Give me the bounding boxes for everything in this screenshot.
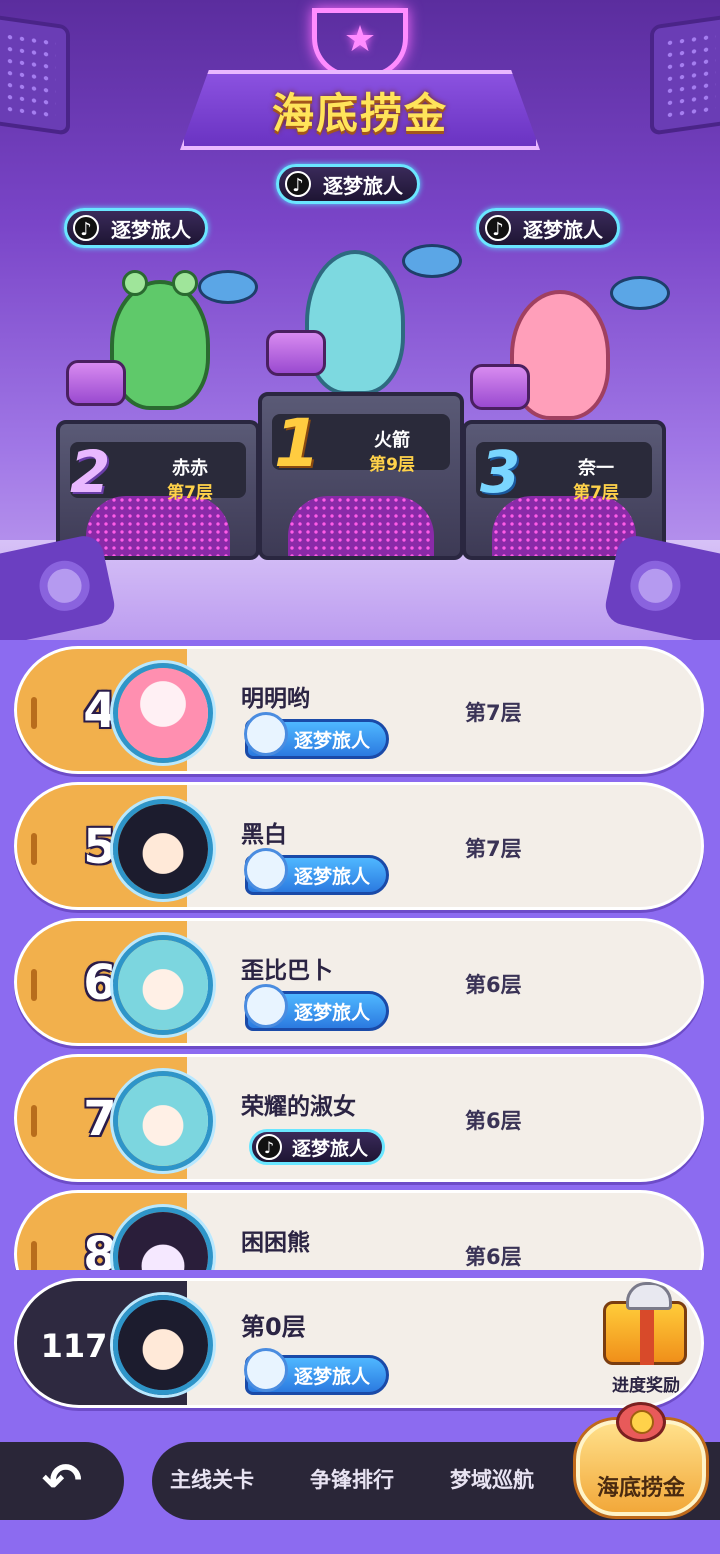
player-name: 明明哟 [241, 686, 310, 712]
podium-tag-label: 逐梦旅人 [111, 217, 191, 242]
ranking-list[interactable]: 4 明明哟 逐梦旅人 第7层 5 黑白 逐梦旅人 第7层 6 歪比巴卜 逐梦旅人… [0, 640, 720, 1270]
podium-rank: 2 [70, 438, 111, 506]
tiktok-icon: ♪ [285, 171, 311, 197]
podium-tag-first: ♪ 逐梦旅人 [276, 164, 420, 204]
title-badge: ♪ 逐梦旅人 [249, 1129, 385, 1165]
bottom-nav: ↶ 主线关卡 争锋排行 梦域巡航 海底捞金 [0, 1402, 720, 1554]
back-button[interactable]: ↶ [0, 1442, 124, 1520]
floor-value: 第7层 [465, 837, 522, 861]
hammer-icon [66, 360, 126, 406]
badge-label: 逐梦旅人 [292, 1137, 369, 1160]
list-item[interactable]: 7 荣耀的淑女 ♪ 逐梦旅人 第6层 [14, 1054, 704, 1182]
list-item[interactable]: 5 黑白 逐梦旅人 第7层 [14, 782, 704, 910]
podium-floor: 第7层 [573, 483, 619, 503]
progress-reward-button[interactable]: 进度奖励 [591, 1371, 701, 1396]
tiktok-icon: ♪ [485, 215, 511, 241]
gift-icon[interactable] [603, 1282, 687, 1365]
tab-sea-gold-label: 海底捞金 [596, 1476, 685, 1501]
mascot-icon [244, 1348, 288, 1392]
list-item[interactable]: 8 困困熊 第6层 [14, 1190, 704, 1270]
podium-tag-label: 逐梦旅人 [323, 173, 403, 198]
coin-icon [630, 1410, 654, 1434]
tiktok-icon: ♪ [73, 215, 99, 241]
title-badge: 逐梦旅人 [244, 712, 389, 759]
star-icon: ★ [343, 19, 377, 60]
tab-dream-cruise[interactable]: 梦域巡航 [450, 1464, 534, 1494]
back-arrow-icon: ↶ [41, 1453, 83, 1509]
title-badge: 逐梦旅人 [244, 984, 389, 1031]
badge-label: 逐梦旅人 [294, 729, 371, 752]
podium-name: 火箭 [374, 430, 410, 451]
floor-value: 第6层 [465, 1245, 522, 1269]
podium-name: 奈一 [578, 458, 614, 479]
podium-rank: 1 [274, 405, 320, 482]
tab-ranking[interactable]: 争锋排行 [310, 1464, 394, 1494]
mascot-icon [244, 712, 288, 756]
podium-name: 赤赤 [172, 458, 208, 479]
my-rank-number: 117 [40, 1327, 108, 1365]
fish-icon [402, 244, 462, 278]
hammer-icon [470, 364, 530, 410]
podium-tag-third: ♪ 逐梦旅人 [476, 208, 620, 248]
podium-tag-label: 逐梦旅人 [523, 217, 603, 242]
avatar[interactable] [113, 935, 213, 1035]
badge-label: 逐梦旅人 [294, 1365, 371, 1388]
list-item[interactable]: 4 明明哟 逐梦旅人 第7层 [14, 646, 704, 774]
avatar[interactable] [113, 1071, 213, 1171]
podium-floor: 第7层 [167, 483, 213, 503]
tab-main-level[interactable]: 主线关卡 [170, 1464, 254, 1494]
tiktok-icon: ♪ [256, 1134, 282, 1160]
avatar[interactable] [113, 1207, 213, 1270]
podium-floor: 第9层 [369, 455, 415, 475]
mascot-icon [244, 984, 288, 1028]
speaker-decoration [0, 14, 70, 136]
mascot-icon [244, 848, 288, 892]
title-badge: 逐梦旅人 [244, 848, 389, 895]
my-title-badge: 逐梦旅人 [244, 1348, 389, 1395]
list-item[interactable]: 6 歪比巴卜 逐梦旅人 第6层 [14, 918, 704, 1046]
title-banner: 海底捞金 [180, 70, 540, 150]
player-name: 黑白 [241, 822, 287, 848]
fish-icon [610, 276, 670, 310]
hammer-icon [266, 330, 326, 376]
podium-first[interactable]: 1 火箭 第9层 [258, 392, 464, 560]
floor-value: 第6层 [465, 973, 522, 997]
floor-value: 第6层 [465, 1109, 522, 1133]
badge-label: 逐梦旅人 [294, 865, 371, 888]
player-name: 困困熊 [241, 1230, 310, 1256]
player-name: 荣耀的淑女 [241, 1094, 356, 1120]
my-floor-value: 第0层 [241, 1313, 306, 1341]
my-rank-row[interactable]: 117 第0层 逐梦旅人 进度奖励 [14, 1278, 704, 1408]
badge-label: 逐梦旅人 [294, 1001, 371, 1024]
avatar[interactable] [113, 663, 213, 763]
fish-icon [198, 270, 258, 304]
speaker-decoration [0, 532, 118, 640]
player-name: 歪比巴卜 [241, 958, 333, 984]
avatar[interactable] [113, 799, 213, 899]
speaker-decoration [650, 14, 720, 136]
podium-tag-second: ♪ 逐梦旅人 [64, 208, 208, 248]
page-title: 海底捞金 [271, 88, 448, 138]
my-avatar[interactable] [113, 1295, 213, 1395]
floor-value: 第7层 [465, 701, 522, 725]
podium-stage: ★ 海底捞金 ♪ 逐梦旅人 ♪ 逐梦旅人 ♪ 逐梦旅人 2 赤赤 第7层 1 火 [0, 0, 720, 640]
podium-rank: 3 [480, 438, 521, 506]
